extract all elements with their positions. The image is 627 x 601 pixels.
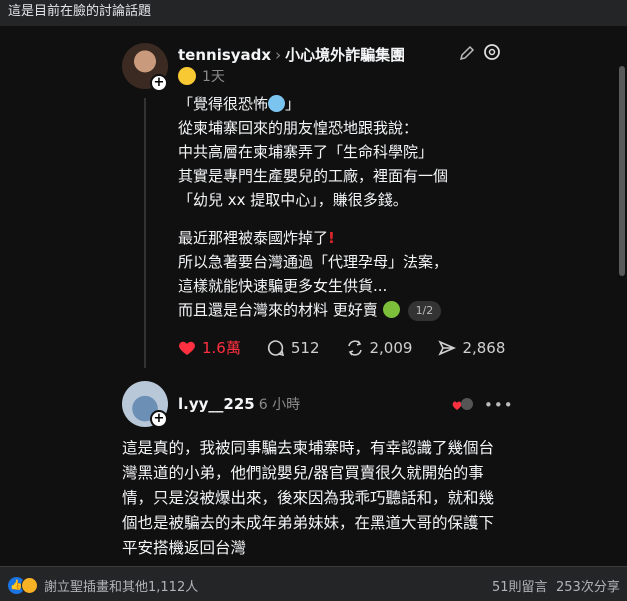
like-button[interactable]: 1.6萬 <box>178 337 241 358</box>
community-name[interactable]: 小心境外詐騙集團 <box>285 46 405 64</box>
share-button[interactable]: 2,868 <box>438 339 505 357</box>
smile-emoji-icon <box>178 67 196 85</box>
more-options-icon[interactable]: ••• <box>484 396 514 414</box>
exclamation-emoji-icon: ! <box>328 229 335 247</box>
follow-plus-icon[interactable]: + <box>150 410 168 428</box>
username[interactable]: tennisyadx <box>178 46 271 64</box>
post-line: 中共高層在柬埔寨弄了「生命科學院」 <box>178 143 434 161</box>
chevron-right-icon: › <box>275 46 282 64</box>
page-badge[interactable]: 1/2 <box>407 300 442 321</box>
like-count: 1.6萬 <box>202 339 241 357</box>
reactions-summary[interactable]: 👍 謝立聖插畫和其他1,112人 <box>8 576 198 595</box>
post-line: 「覺得很恐怖」 <box>178 95 301 113</box>
post-actions: 1.6萬 512 2,009 2,868 <box>178 337 505 358</box>
post-line: 最近那裡被泰國炸掉了! <box>178 229 335 247</box>
post-line: 所以急著要台灣通過「代理孕母」法案， <box>178 253 449 271</box>
post-line: 從柬埔寨回來的朋友惶恐地跟我說： <box>178 119 419 137</box>
author-liked-icon <box>452 398 473 410</box>
reply-time: 6 小時 <box>258 397 301 413</box>
scrollbar[interactable] <box>619 66 625 276</box>
threads-logo-icon[interactable] <box>483 43 501 61</box>
post-meta: 1天 <box>178 66 225 86</box>
username[interactable]: l.yy__225 <box>178 395 255 413</box>
reactions-text: 謝立聖插畫和其他1,112人 <box>44 580 199 595</box>
post-line: 「幼兒 xx 提取中心」，賺很多錢。 <box>178 191 408 209</box>
reply-text: 這是真的，我被同事騙去柬埔寨時，有幸認識了幾個台灣黑道的小弟，他們說嬰兒/器官買… <box>122 439 495 557</box>
reply-header: l.yy__225 6 小時 <box>178 394 300 414</box>
reply-button[interactable]: 512 <box>267 339 320 357</box>
post-line: 這樣就能快速騙更多女生供貨... <box>178 277 388 295</box>
comment-icon <box>267 339 284 356</box>
follow-plus-icon[interactable]: + <box>150 74 168 92</box>
repost-icon <box>347 339 362 356</box>
heart-icon <box>179 341 195 355</box>
nauseated-emoji-icon <box>382 301 400 318</box>
post-body-part1: 「覺得很恐怖」 從柬埔寨回來的朋友惶恐地跟我說： 中共高層在柬埔寨弄了「生命科學… <box>178 92 448 212</box>
send-icon <box>438 339 457 356</box>
threads-screenshot: + tennisyadx › 小心境外詐騙集團 1天 「覺得很恐怖」 從柬埔寨回來的… <box>0 26 627 566</box>
post-body-part2: 最近那裡被泰國炸掉了! 所以急著要台灣通過「代理孕母」法案， 這樣就能快速騙更多… <box>178 226 448 322</box>
edit-pen-icon[interactable] <box>458 44 476 62</box>
post-caption: 這是目前在臉的討論話題 <box>0 0 627 26</box>
share-count: 2,868 <box>462 338 506 357</box>
repost-count: 2,009 <box>369 338 413 357</box>
post-time: 1天 <box>202 69 225 85</box>
thread-line <box>144 98 146 368</box>
wow-reaction-icon <box>21 577 38 594</box>
facebook-reaction-bar: 👍 謝立聖插畫和其他1,112人 51則留言 253次分享 <box>0 566 627 601</box>
cold-face-emoji-icon <box>268 95 286 112</box>
post-line: 而且還是台灣來的材料 更好賣 1/2 <box>178 298 448 322</box>
share-count-link[interactable]: 253次分享 <box>556 576 620 595</box>
post-line: 其實是專門生產嬰兒的工廠，裡面有一個 <box>178 167 449 185</box>
post-header: tennisyadx › 小心境外詐騙集團 <box>178 44 405 65</box>
repost-button[interactable]: 2,009 <box>346 338 413 357</box>
reply-count: 512 <box>290 338 320 357</box>
comment-count-link[interactable]: 51則留言 <box>492 576 548 595</box>
